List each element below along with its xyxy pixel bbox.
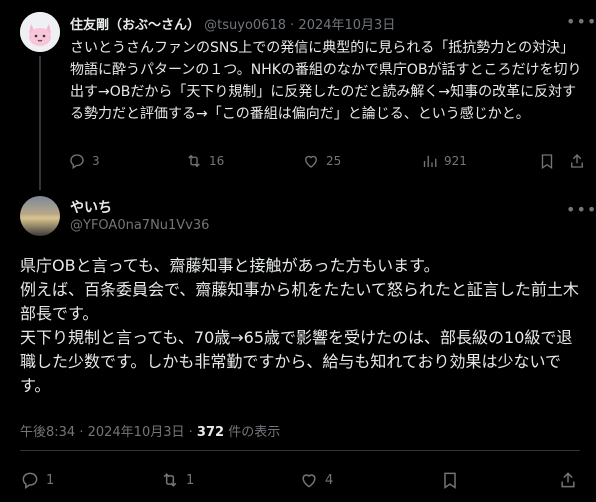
share-icon [571, 154, 583, 168]
reply-tweet: 住友剛（おぶ〜さん） @tsuyo0618 · 2024年10月3日 ••• さ… [0, 0, 596, 190]
more-options-icon[interactable]: ••• [566, 200, 596, 219]
bookmark-icon [541, 154, 553, 170]
author-name[interactable]: 住友剛（おぶ〜さん） [70, 18, 200, 33]
reply-button[interactable]: 3 [68, 152, 100, 170]
more-options-icon[interactable]: ••• [566, 12, 596, 31]
tweet-paragraph: 県庁OBと言っても、齋藤知事と接触があった方もいます。 [20, 256, 440, 275]
repost-icon [188, 154, 200, 168]
post-date[interactable]: 2024年10月3日 [298, 18, 395, 33]
repost-count: 1 [186, 472, 195, 488]
tweet-paragraph: 天下り規制と言っても、70歳→65歳で影響を受けたのは、部長級の10級で退職した… [20, 328, 573, 395]
heart-icon [302, 474, 316, 488]
author-handle[interactable]: @tsuyo0618 [204, 18, 286, 33]
author-name[interactable]: やいち [70, 197, 112, 217]
repost-button[interactable]: 16 [185, 152, 224, 170]
like-button[interactable]: 25 [302, 152, 341, 170]
tweet-paragraph: 例えば、百条委員会で、齋藤知事から机をたたいて怒られたと証言した前土木部長です。 [20, 280, 579, 323]
divider [20, 450, 580, 451]
like-count: 4 [325, 472, 334, 488]
reply-action-bar: 3 16 25 921 [68, 152, 588, 176]
post-time[interactable]: 午後8:34 · 2024年10月3日 · [20, 425, 193, 440]
avatar[interactable] [20, 196, 60, 236]
reply-count: 1 [46, 472, 55, 488]
share-icon [561, 472, 575, 488]
tweet-action-bar: 1 1 4 [20, 470, 580, 494]
views-chart-icon [423, 155, 437, 167]
separator: · [290, 18, 295, 33]
reply-icon [22, 472, 38, 489]
author-handle[interactable]: @YFOA0na7Nu1Vv36 [70, 218, 209, 233]
view-label: 件の表示 [228, 425, 281, 440]
reply-header: 住友剛（おぶ〜さん） @tsuyo0618 · 2024年10月3日 [70, 14, 395, 33]
reply-text: さいとうさんファンのSNS上での発信に典型的に見られる「抵抗勢力との対決」物語に… [70, 40, 582, 122]
view-count: 372 [196, 425, 225, 440]
avatar[interactable] [20, 12, 60, 52]
share-button[interactable] [568, 152, 586, 170]
views-button[interactable]: 921 [420, 152, 467, 170]
tweet-meta: 午後8:34 · 2024年10月3日 · 372 件の表示 [20, 421, 280, 440]
tweet-text: 県庁OBと言っても、齋藤知事と接触があった方もいます。 例えば、百条委員会で、齋… [20, 254, 582, 398]
repost-icon [163, 473, 177, 487]
heart-icon [305, 155, 317, 168]
bookmark-icon [444, 472, 456, 489]
like-count: 25 [326, 154, 342, 168]
cat-avatar-icon [20, 12, 60, 52]
repost-button[interactable]: 1 [160, 470, 194, 490]
thread-line [39, 56, 41, 190]
reply-icon [70, 154, 84, 170]
reply-count: 3 [92, 154, 100, 168]
repost-count: 16 [209, 154, 225, 168]
share-button[interactable] [558, 470, 578, 490]
bookmark-button[interactable] [538, 152, 556, 170]
reply-button[interactable]: 1 [20, 470, 54, 490]
like-button[interactable]: 4 [299, 470, 333, 490]
views-count: 921 [444, 154, 467, 168]
bookmark-button[interactable] [440, 470, 460, 490]
